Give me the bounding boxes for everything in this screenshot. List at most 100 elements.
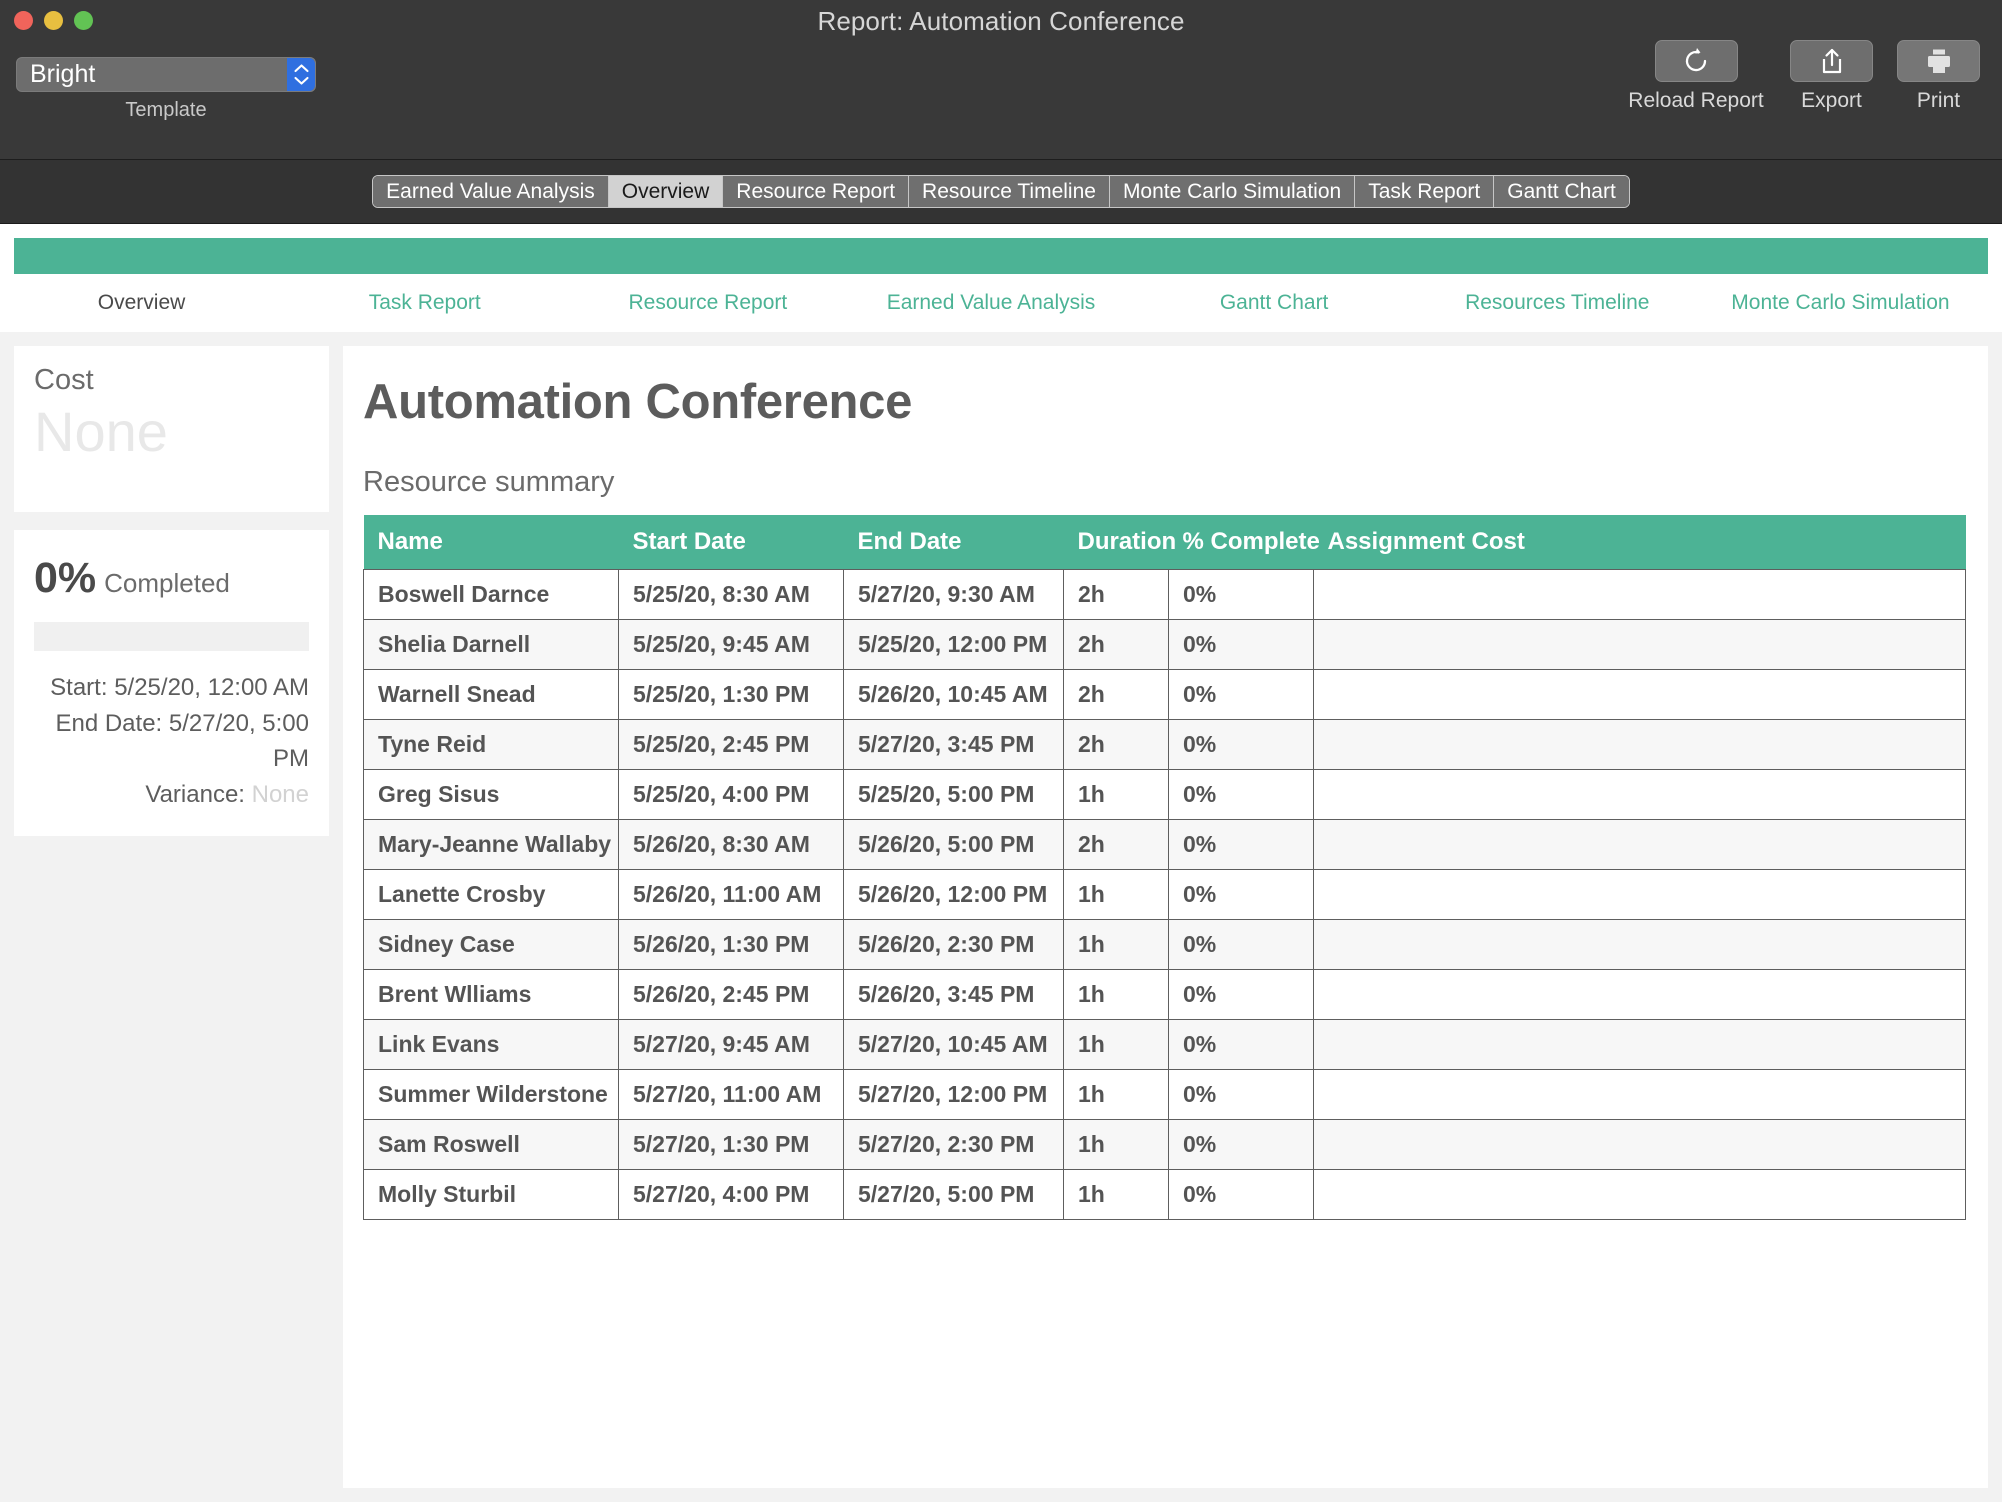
cell-assignment-cost (1313, 1019, 1966, 1070)
table-body: Boswell Darnce 5/25/20, 8:30 AM 5/27/20, 9… (363, 569, 1966, 1220)
cell-start-date: 5/25/20, 9:45 AM (618, 619, 844, 670)
table-row[interactable]: Link Evans 5/27/20, 9:45 AM 5/27/20, 10:45… (363, 1019, 1966, 1070)
report-title: Automation Conference (363, 375, 913, 429)
tab-monte-carlo-simulation[interactable]: Monte Carlo Simulation (1109, 176, 1356, 207)
nav-link-earned-value-analysis[interactable]: Earned Value Analysis (849, 291, 1132, 315)
report-webview: Overview Task Report Resource Report Ear… (0, 224, 2002, 1502)
chevron-updown-icon[interactable] (287, 58, 315, 91)
table-row[interactable]: Sam Roswell 5/27/20, 1:30 PM 5/27/20, 2:30… (363, 1119, 1966, 1170)
cell-percent-complete: 0% (1168, 1119, 1314, 1170)
template-popup-button[interactable]: Bright (16, 57, 316, 92)
cell-assignment-cost (1313, 1119, 1966, 1170)
cell-end-date: 5/27/20, 3:45 PM (843, 719, 1064, 770)
table-row[interactable]: Shelia Darnell 5/25/20, 9:45 AM 5/25/20, 1… (363, 619, 1966, 670)
table-row[interactable]: Summer Wilderstone 5/27/20, 11:00 AM 5/27/… (363, 1069, 1966, 1120)
tab-task-report[interactable]: Task Report (1355, 176, 1495, 207)
cell-end-date: 5/27/20, 12:00 PM (843, 1069, 1064, 1120)
cell-end-date: 5/26/20, 3:45 PM (843, 969, 1064, 1020)
cell-start-date: 5/27/20, 1:30 PM (618, 1119, 844, 1170)
tab-resource-report[interactable]: Resource Report (723, 176, 910, 207)
cell-start-date: 5/27/20, 9:45 AM (618, 1019, 844, 1070)
cell-duration: 1h (1063, 919, 1169, 970)
tab-resource-timeline[interactable]: Resource Timeline (909, 176, 1110, 207)
cell-duration: 1h (1063, 869, 1169, 920)
table-header-row: Name Start Date End Date Duration % Comp… (363, 515, 1966, 570)
cell-percent-complete: 0% (1168, 719, 1314, 770)
tab-gantt-chart[interactable]: Gantt Chart (1494, 176, 1629, 207)
col-header-assignment-cost[interactable]: Assignment Cost (1313, 515, 1966, 570)
cell-end-date: 5/26/20, 5:00 PM (843, 819, 1064, 870)
cell-name: Warnell Snead (363, 669, 619, 720)
cell-end-date: 5/27/20, 10:45 AM (843, 1019, 1064, 1070)
table-row[interactable]: Sidney Case 5/26/20, 1:30 PM 5/26/20, 2:30… (363, 919, 1966, 970)
template-selected-value: Bright (30, 60, 96, 88)
reload-report-button[interactable] (1654, 40, 1738, 82)
cell-start-date: 5/25/20, 2:45 PM (618, 719, 844, 770)
variance-row: Variance: None (34, 777, 309, 813)
table-row[interactable]: Greg Sisus 5/25/20, 4:00 PM 5/25/20, 5:00 … (363, 769, 1966, 820)
cell-name: Molly Sturbil (363, 1169, 619, 1220)
cell-name: Mary-Jeanne Wallaby (363, 819, 619, 870)
cell-start-date: 5/27/20, 4:00 PM (618, 1169, 844, 1220)
cell-duration: 1h (1063, 1069, 1169, 1120)
col-header-end-date[interactable]: End Date (843, 515, 1064, 570)
cell-duration: 2h (1063, 669, 1169, 720)
template-label: Template (125, 99, 207, 121)
table-row[interactable]: Tyne Reid 5/25/20, 2:45 PM 5/27/20, 3:45 P… (363, 719, 1966, 770)
cell-assignment-cost (1313, 719, 1966, 770)
start-label: Start: (50, 674, 108, 701)
cell-start-date: 5/25/20, 4:00 PM (618, 769, 844, 820)
cell-duration: 1h (1063, 1019, 1169, 1070)
report-sidebar: Cost None 0% Completed Start: 5/25/20, 1… (14, 346, 329, 837)
col-header-duration[interactable]: Duration (1063, 515, 1176, 570)
cell-end-date: 5/25/20, 12:00 PM (843, 619, 1064, 670)
table-row[interactable]: Brent Wlliams 5/26/20, 2:45 PM 5/26/20, 3:… (363, 969, 1966, 1020)
progress-bar (34, 622, 309, 651)
end-date-label: End Date: (55, 709, 163, 737)
cell-percent-complete: 0% (1168, 569, 1314, 620)
cell-duration: 2h (1063, 719, 1169, 770)
cell-start-date: 5/26/20, 2:45 PM (618, 969, 844, 1020)
print-button[interactable] (1897, 40, 1980, 82)
cell-assignment-cost (1313, 919, 1966, 970)
table-row[interactable]: Lanette Crosby 5/26/20, 11:00 AM 5/26/20, … (363, 869, 1966, 920)
cell-end-date: 5/26/20, 12:00 PM (843, 869, 1064, 920)
table-row[interactable]: Boswell Darnce 5/25/20, 8:30 AM 5/27/20, 9… (363, 569, 1966, 620)
nav-link-resource-report[interactable]: Resource Report (566, 291, 849, 315)
cell-assignment-cost (1313, 819, 1966, 870)
table-row[interactable]: Molly Sturbil 5/27/20, 4:00 PM 5/27/20, 5:… (363, 1169, 1966, 1220)
progress-percent: 0% (34, 554, 97, 602)
print-tool: Print (1891, 40, 1986, 113)
cell-name: Shelia Darnell (363, 619, 619, 670)
cell-percent-complete: 0% (1168, 619, 1314, 670)
progress-meta: Start: 5/25/20, 12:00 AM End Date: 5/27/… (34, 670, 309, 812)
tab-overview[interactable]: Overview (608, 176, 724, 207)
export-button[interactable] (1790, 40, 1873, 82)
report-accent-bar (14, 238, 1988, 274)
cell-percent-complete: 0% (1168, 1069, 1314, 1120)
template-selector-group: Bright Template (16, 57, 316, 122)
cell-percent-complete: 0% (1168, 919, 1314, 970)
printer-icon (1927, 49, 1950, 73)
cell-name: Greg Sisus (363, 769, 619, 820)
reload-report-tool: Reload Report (1620, 40, 1772, 113)
table-row[interactable]: Warnell Snead 5/25/20, 1:30 PM 5/26/20, 10… (363, 669, 1966, 720)
variance-value: None (251, 780, 309, 808)
tab-earned-value-analysis[interactable]: Earned Value Analysis (373, 176, 609, 207)
cell-start-date: 5/25/20, 8:30 AM (618, 569, 844, 620)
cell-name: Summer Wilderstone (363, 1069, 619, 1120)
table-row[interactable]: Mary-Jeanne Wallaby 5/26/20, 8:30 AM 5/26/… (363, 819, 1966, 870)
nav-link-gantt-chart[interactable]: Gantt Chart (1133, 291, 1416, 315)
nav-link-task-report[interactable]: Task Report (283, 291, 566, 315)
cell-assignment-cost (1313, 669, 1966, 720)
nav-link-monte-carlo-simulation[interactable]: Monte Carlo Simulation (1699, 291, 1982, 315)
col-header-name[interactable]: Name (363, 515, 619, 570)
col-header-percent-complete[interactable]: % Complete (1168, 515, 1320, 570)
cell-end-date: 5/27/20, 2:30 PM (843, 1119, 1064, 1170)
nav-link-resources-timeline[interactable]: Resources Timeline (1416, 291, 1699, 315)
cost-card-label: Cost (34, 364, 94, 396)
cost-card: Cost None (14, 346, 329, 512)
cell-end-date: 5/25/20, 5:00 PM (843, 769, 1064, 820)
nav-link-overview[interactable]: Overview (0, 291, 283, 315)
col-header-start-date[interactable]: Start Date (618, 515, 844, 570)
